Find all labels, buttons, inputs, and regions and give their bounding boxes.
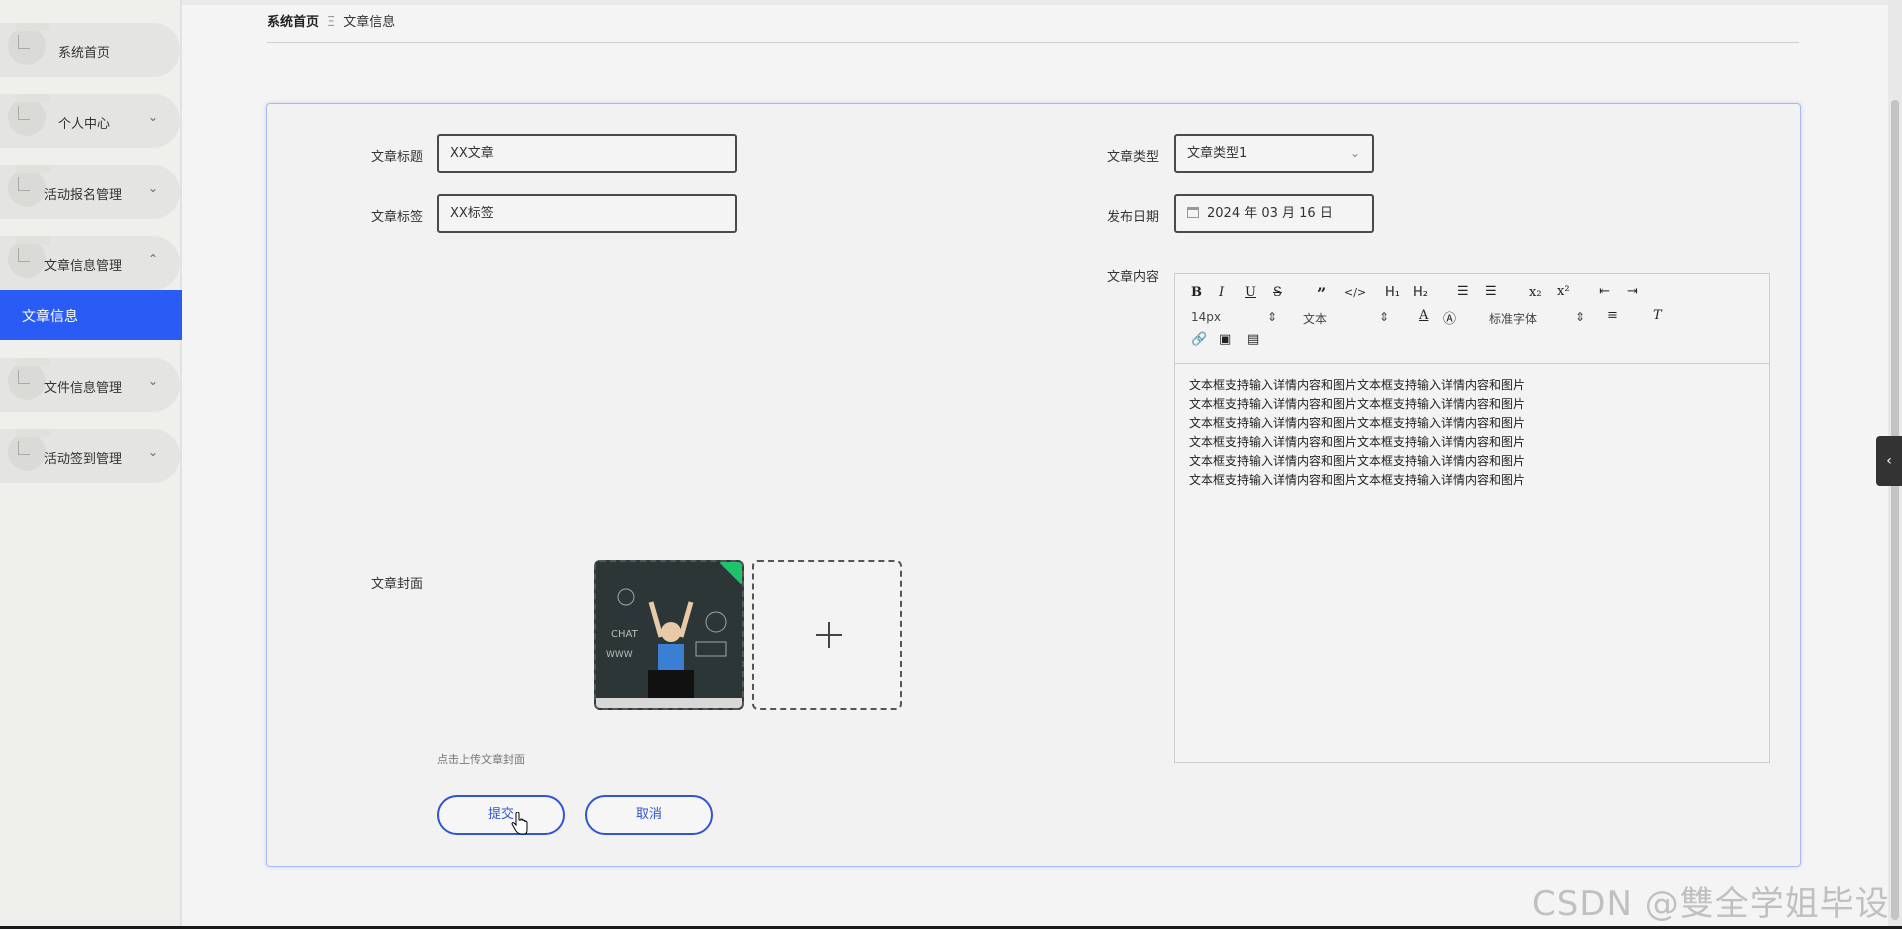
block-type-select[interactable]: 文本 bbox=[1303, 310, 1327, 327]
svg-text:CHAT: CHAT bbox=[611, 629, 639, 640]
editor-line: 文本框支持输入详情内容和图片文本框支持输入详情内容和图片 bbox=[1189, 378, 1526, 392]
date-picker[interactable]: 2024 年 03 月 16 日 bbox=[1174, 194, 1374, 233]
font-size-select[interactable]: 14px bbox=[1191, 310, 1221, 324]
chevron-up-icon: ⌃ bbox=[147, 252, 158, 266]
editor-toolbar: B I U S ” </> H₁ H₂ ☰ ☰ x₂ x² ⇤ ⇥ 14px ⇕… bbox=[1175, 274, 1769, 364]
svg-text:WWW: WWW bbox=[606, 650, 633, 660]
collapse-panel-tab[interactable]: ‹ bbox=[1876, 436, 1902, 486]
subscript-icon[interactable]: x₂ bbox=[1529, 285, 1542, 300]
link-icon[interactable]: 🔗 bbox=[1191, 332, 1207, 347]
sidebar-item-personal-center[interactable]: 个人中心 ⌄ bbox=[0, 94, 180, 148]
cover-image: CHAT WWW bbox=[596, 562, 742, 708]
outdent-icon[interactable]: ⇤ bbox=[1599, 284, 1610, 299]
top-border bbox=[182, 0, 1902, 5]
editor-line: 文本框支持输入详情内容和图片文本框支持输入详情内容和图片 bbox=[1189, 473, 1526, 487]
title-label: 文章标题 bbox=[371, 150, 424, 165]
heading1-icon[interactable]: H₁ bbox=[1385, 285, 1400, 300]
corner-icon bbox=[18, 35, 30, 49]
chevron-down-icon: ⌄ bbox=[147, 374, 158, 388]
clear-format-icon[interactable]: T bbox=[1653, 308, 1662, 323]
hand-cursor-icon bbox=[511, 812, 528, 835]
sidebar: 系统首页 个人中心 ⌄ 活动报名管理 ⌄ 文章信息管理 ⌃ 文章信息 文件信息管… bbox=[0, 0, 182, 929]
video-icon[interactable]: ▤ bbox=[1247, 332, 1259, 347]
bullet-list-icon[interactable]: ☰ bbox=[1485, 284, 1497, 299]
image-icon[interactable]: ▣ bbox=[1219, 332, 1231, 347]
sort-icon: ⇕ bbox=[1267, 310, 1278, 324]
editor-line: 文本框支持输入详情内容和图片文本框支持输入详情内容和图片 bbox=[1189, 416, 1526, 430]
sidebar-item-label: 个人中心 bbox=[58, 117, 111, 132]
italic-icon[interactable]: I bbox=[1219, 285, 1224, 300]
chevron-down-icon: ⌄ bbox=[147, 110, 158, 124]
sidebar-item-file-management[interactable]: 文件信息管理 ⌄ bbox=[0, 358, 180, 412]
submit-button[interactable]: 提交 bbox=[437, 795, 565, 835]
cover-upload-button[interactable] bbox=[752, 560, 902, 710]
cancel-button[interactable]: 取消 bbox=[585, 795, 713, 835]
sidebar-item-activity-signup[interactable]: 活动报名管理 ⌄ bbox=[0, 165, 180, 219]
editor-line: 文本框支持输入详情内容和图片文本框支持输入详情内容和图片 bbox=[1189, 454, 1526, 468]
indent-icon[interactable]: ⇥ bbox=[1627, 284, 1638, 299]
cover-thumbnail[interactable]: CHAT WWW bbox=[594, 560, 744, 710]
date-label: 发布日期 bbox=[1107, 210, 1160, 225]
sidebar-item-label: 文章信息管理 bbox=[44, 259, 123, 274]
corner-icon bbox=[18, 177, 30, 191]
chevron-down-icon: ⌄ bbox=[147, 181, 158, 195]
corner-icon bbox=[18, 106, 30, 120]
sidebar-item-label: 活动报名管理 bbox=[44, 188, 123, 203]
breadcrumb-home[interactable]: 系统首页 bbox=[267, 15, 319, 30]
tag-input[interactable]: XX标签 bbox=[437, 194, 737, 233]
corner-icon bbox=[18, 441, 30, 455]
type-select-value: 文章类型1 bbox=[1187, 146, 1248, 161]
strikethrough-icon[interactable]: S bbox=[1273, 285, 1282, 300]
ordered-list-icon[interactable]: ☰ bbox=[1457, 284, 1469, 299]
underline-icon[interactable]: U bbox=[1245, 285, 1256, 300]
corner-icon bbox=[18, 248, 30, 262]
breadcrumb-current: 文章信息 bbox=[343, 15, 396, 30]
watermark: CSDN @雙全学姐毕设 bbox=[1532, 884, 1890, 924]
tag-label: 文章标签 bbox=[371, 210, 424, 225]
sidebar-item-label: 活动签到管理 bbox=[44, 452, 123, 467]
sidebar-item-article-management[interactable]: 文章信息管理 ⌃ bbox=[0, 236, 180, 290]
chevron-left-icon: ‹ bbox=[1886, 453, 1892, 469]
code-icon[interactable]: </> bbox=[1344, 286, 1366, 299]
sidebar-subitem-article-info[interactable]: 文章信息 bbox=[0, 290, 182, 340]
sort-icon: ⇕ bbox=[1575, 310, 1586, 324]
type-select[interactable]: 文章类型1 ⌄ bbox=[1174, 134, 1374, 173]
heading2-icon[interactable]: H₂ bbox=[1413, 285, 1428, 300]
blockquote-icon[interactable]: ” bbox=[1317, 284, 1326, 303]
breadcrumb-separator: Ξ bbox=[327, 15, 336, 30]
cover-upload-hint: 点击上传文章封面 bbox=[437, 753, 525, 766]
align-icon[interactable]: ≡ bbox=[1607, 308, 1618, 323]
editor-content-area[interactable]: 文本框支持输入详情内容和图片文本框支持输入详情内容和图片 文本框支持输入详情内容… bbox=[1175, 364, 1769, 502]
sidebar-item-label: 系统首页 bbox=[58, 46, 111, 61]
plus-icon-vertical bbox=[828, 622, 830, 648]
calendar-icon bbox=[1187, 207, 1199, 218]
font-color-icon[interactable]: A bbox=[1419, 308, 1428, 323]
title-input[interactable]: XX文章 bbox=[437, 134, 737, 173]
sidebar-subitem-label: 文章信息 bbox=[22, 309, 78, 325]
bold-icon[interactable]: B bbox=[1191, 285, 1202, 300]
sidebar-item-label: 文件信息管理 bbox=[44, 381, 123, 396]
background-color-icon[interactable]: Ⓐ bbox=[1443, 308, 1456, 327]
breadcrumb-divider bbox=[267, 42, 1799, 43]
scrollbar-thumb[interactable] bbox=[1891, 100, 1899, 920]
rich-text-editor: B I U S ” </> H₁ H₂ ☰ ☰ x₂ x² ⇤ ⇥ 14px ⇕… bbox=[1174, 273, 1770, 763]
content-label: 文章内容 bbox=[1107, 270, 1160, 285]
font-family-select[interactable]: 标准字体 bbox=[1489, 310, 1537, 327]
chevron-down-icon: ⌄ bbox=[1349, 146, 1360, 160]
editor-line: 文本框支持输入详情内容和图片文本框支持输入详情内容和图片 bbox=[1189, 397, 1526, 411]
chevron-down-icon: ⌄ bbox=[147, 445, 158, 459]
breadcrumb: 系统首页 Ξ 文章信息 bbox=[267, 11, 395, 30]
sort-icon: ⇕ bbox=[1379, 310, 1390, 324]
sidebar-item-home[interactable]: 系统首页 bbox=[0, 23, 180, 77]
corner-icon bbox=[18, 370, 30, 384]
date-value: 2024 年 03 月 16 日 bbox=[1207, 206, 1333, 221]
cover-label: 文章封面 bbox=[371, 577, 424, 592]
superscript-icon[interactable]: x² bbox=[1557, 284, 1570, 299]
editor-line: 文本框支持输入详情内容和图片文本框支持输入详情内容和图片 bbox=[1189, 435, 1526, 449]
type-label: 文章类型 bbox=[1107, 150, 1160, 165]
sidebar-item-activity-checkin[interactable]: 活动签到管理 ⌄ bbox=[0, 429, 180, 483]
